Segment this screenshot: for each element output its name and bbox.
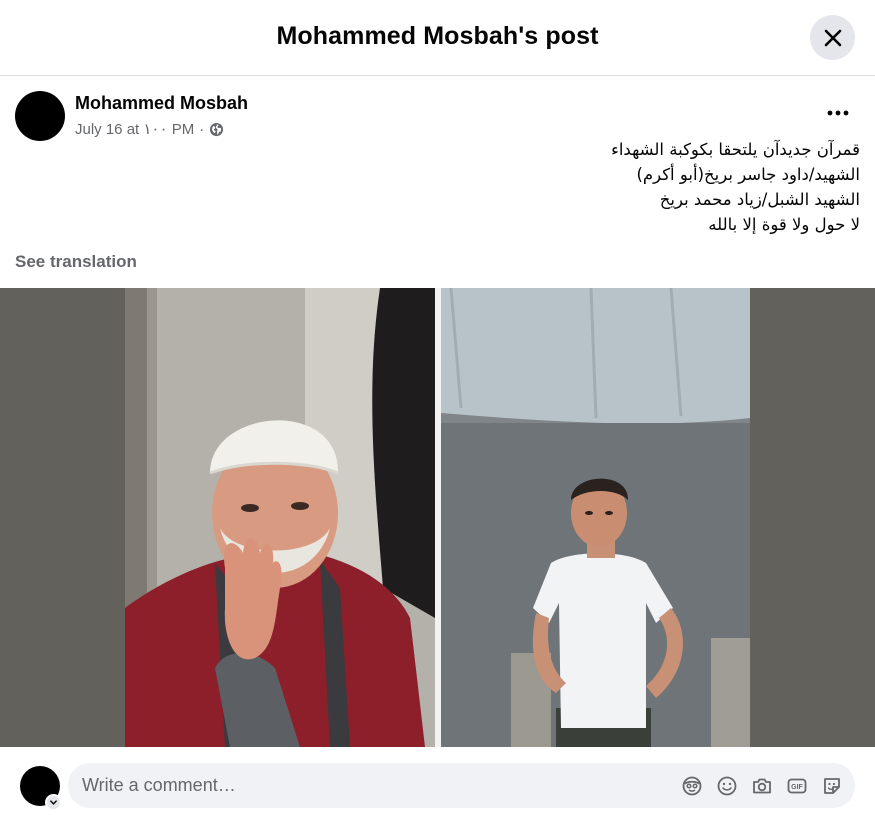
post-text-line: الشهيد الشبل/زياد محمد بريخ [659, 190, 860, 209]
elderly-man-photo [125, 288, 435, 747]
profile-switch-button[interactable] [45, 794, 62, 811]
photo-button[interactable] [750, 774, 774, 798]
gif-button[interactable]: GIF [785, 774, 809, 798]
post-text-line: قمرآن جديدآن يلتحقا بكوكبة الشهداء [611, 140, 860, 159]
post-author-row: Mohammed Mosbah July 16 at ١٠٠ PM · [15, 91, 615, 143]
chevron-down-icon [50, 800, 57, 805]
avatar-sticker-icon [682, 776, 702, 796]
gif-icon: GIF [787, 778, 807, 794]
camera-icon [753, 778, 771, 794]
svg-text:GIF: GIF [791, 784, 803, 791]
sticker-button[interactable] [820, 774, 844, 798]
post-text: قمرآن جديدآن يلتحقا بكوكبة الشهداء الشهي… [160, 137, 860, 237]
post-meta: July 16 at ١٠٠ PM · [75, 120, 224, 138]
modal-header: Mohammed Mosbah's post [0, 0, 875, 76]
comment-input[interactable] [82, 763, 642, 808]
post-options-button[interactable] [820, 98, 856, 128]
post-photo[interactable] [0, 288, 875, 747]
post-text-line: لا حول ولا قوة إلا بالله [708, 215, 860, 234]
emoji-icon [717, 776, 737, 796]
emoji-button[interactable] [715, 774, 739, 798]
boy-photo [441, 288, 750, 747]
meta-separator: · [199, 120, 205, 138]
comment-composer: GIF [0, 747, 875, 832]
comment-box[interactable]: GIF [68, 763, 855, 808]
globe-icon[interactable] [209, 122, 224, 137]
more-horizontal-icon [827, 110, 849, 116]
see-translation-link[interactable]: See translation [15, 252, 137, 272]
post-modal: Mohammed Mosbah's post Mohammed Mosbah J… [0, 0, 875, 832]
sticker-icon [824, 778, 840, 794]
close-button[interactable] [810, 15, 855, 60]
avatar-sticker-button[interactable] [680, 774, 704, 798]
close-icon [824, 29, 841, 46]
modal-title: Mohammed Mosbah's post [276, 22, 599, 50]
author-avatar[interactable] [15, 91, 65, 141]
post-timestamp[interactable]: July 16 at ١٠٠ PM [75, 120, 194, 138]
author-name[interactable]: Mohammed Mosbah [75, 93, 248, 114]
post-text-line: الشهيد/داود جاسر بريخ(أبو أكرم) [636, 165, 860, 184]
